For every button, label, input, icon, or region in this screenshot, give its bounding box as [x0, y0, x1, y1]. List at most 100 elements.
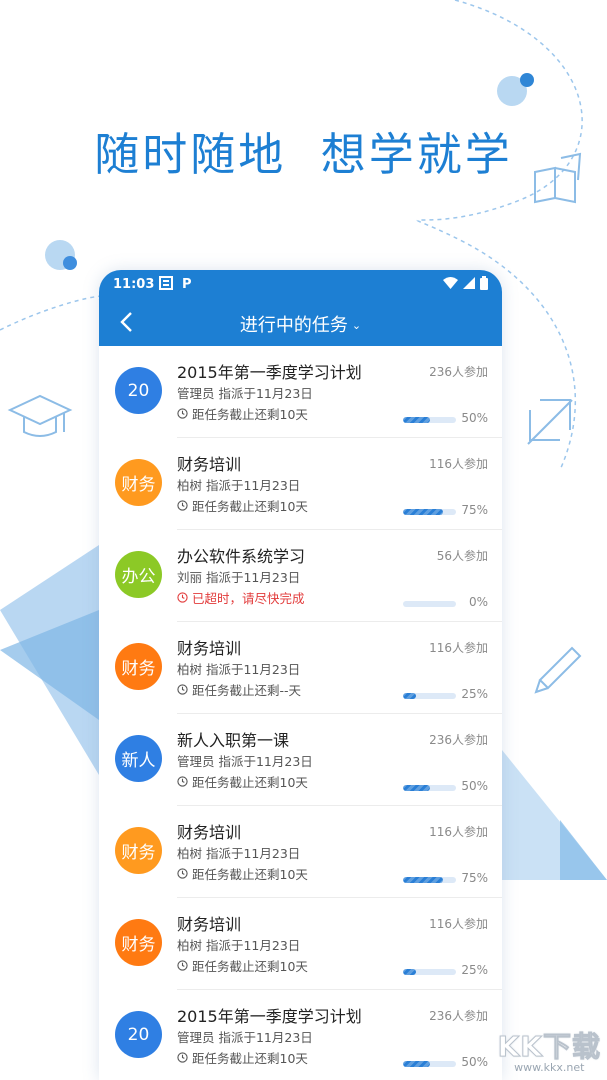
wifi-icon [443, 277, 458, 289]
battery-icon [480, 276, 488, 290]
task-deadline-text: 距任务截止还剩10天 [192, 499, 308, 514]
task-title: 财务培训 [177, 823, 242, 842]
task-progress-percent: 50% [461, 779, 488, 793]
triangle-right-dark [560, 820, 607, 880]
task-row[interactable]: 财务 财务培训 柏树 指派于11月23日 距任务截止还剩10天 116人参加 25% [99, 898, 502, 990]
task-assignment: 柏树 指派于11月23日 [177, 938, 301, 953]
slogan-heading: 随时随地 想学就学 [94, 128, 513, 181]
task-progress-fill [403, 877, 443, 883]
task-title: 办公软件系统学习 [177, 547, 306, 566]
task-avatar: 20 [115, 1011, 162, 1058]
task-row[interactable]: 财务 财务培训柏树 指派于11月23日距任务截止还剩--天 116人参加 25% [99, 622, 502, 714]
watermark-logo: KK下载 [497, 1030, 601, 1064]
task-participants: 116人参加 [429, 917, 488, 931]
task-deadline-text: 距任务截止还剩10天 [192, 959, 308, 974]
task-avatar: 20 [115, 367, 162, 414]
task-avatar: 财务 [115, 643, 162, 690]
task-progress-percent: 0% [468, 595, 488, 609]
task-progress-bar [403, 693, 456, 699]
task-deadline: 已超时，请尽快完成 [177, 588, 305, 607]
bubble-small [520, 73, 534, 87]
task-progress-percent: 50% [461, 1055, 488, 1069]
bubble-left-small [63, 256, 77, 270]
clock-icon [177, 776, 188, 787]
task-deadline-text: 距任务截止还剩10天 [192, 407, 308, 422]
task-participants: 116人参加 [429, 825, 488, 839]
task-title: 财务培训 [177, 915, 242, 934]
clock-icon [177, 408, 188, 419]
clock-icon [177, 500, 188, 511]
task-progress-bar [403, 417, 456, 423]
task-title: 2015年第一季度学习计划 [177, 1007, 362, 1026]
clock-icon [177, 868, 188, 879]
task-avatar: 财务 [115, 459, 162, 506]
task-deadline: 距任务截止还剩10天 [177, 1048, 308, 1067]
task-deadline: 距任务截止还剩10天 [177, 772, 308, 791]
task-progress-bar [403, 785, 456, 791]
svg-text:P: P [182, 277, 192, 290]
task-deadline: 距任务截止还剩10天 [177, 864, 308, 883]
task-progress-fill [403, 785, 430, 791]
task-title: 财务培训 [177, 639, 242, 658]
task-row[interactable]: 20 2015年第一季度学习计划 管理员 指派于11月23日 距任务截止还剩10天 23… [99, 346, 502, 438]
task-progress-bar [403, 509, 456, 515]
task-progress-percent: 25% [461, 963, 488, 977]
page-title[interactable]: 进行中的任务 ⌄ [99, 311, 502, 337]
notification-icons: P [159, 276, 193, 290]
crop-icon [527, 399, 573, 445]
clock-icon [177, 1052, 188, 1063]
task-deadline: 距任务截止还剩10天 [177, 404, 308, 423]
task-deadline-text: 距任务截止还剩10天 [192, 775, 308, 790]
graduation-cap-icon [7, 394, 73, 437]
chevron-down-icon: ⌄ [351, 319, 362, 332]
page-title-text: 进行中的任务 [239, 315, 348, 336]
task-row[interactable]: 财务 财务培训柏树 指派于11月23日距任务截止还剩10天 116人参加 75% [99, 806, 502, 898]
parking-icon: P [182, 277, 192, 290]
task-progress-percent: 25% [461, 687, 488, 701]
task-avatar: 财务 [115, 827, 162, 874]
news-icon [159, 276, 173, 290]
task-assignment: 管理员 指派于11月23日 [177, 386, 313, 401]
task-assignment: 柏树 指派于11月23日 [177, 846, 301, 861]
task-progress-bar [403, 969, 456, 975]
signal-icon [463, 277, 475, 289]
task-title: 新人入职第一课 [177, 731, 290, 750]
task-progress-percent: 75% [461, 503, 488, 517]
status-time: 11:03 [113, 277, 155, 292]
task-progress-fill [403, 509, 443, 515]
task-assignment: 刘丽 指派于11月23日 [177, 570, 301, 585]
task-progress-fill [403, 969, 417, 975]
task-participants: 116人参加 [429, 641, 488, 655]
phone-screen: 11:03 P 进行中的任务 ⌄ 20 2015年第一季度学习计划 管理员 指派于11… [99, 270, 502, 1080]
task-participants: 236人参加 [429, 733, 488, 747]
clock-icon [177, 592, 188, 603]
task-progress-fill [403, 1061, 430, 1067]
task-title: 2015年第一季度学习计划 [177, 363, 362, 382]
task-row[interactable]: 20 2015年第一季度学习计划 管理员 指派于11月23日 距任务截止还剩10天 23… [99, 990, 502, 1080]
task-progress-bar [403, 877, 456, 883]
task-deadline: 距任务截止还剩--天 [177, 680, 301, 699]
system-icons [443, 276, 488, 290]
task-row[interactable]: 财务 财务培训 柏树 指派于11月23日 距任务截止还剩10天 116人参加 75% [99, 438, 502, 530]
task-progress-percent: 75% [461, 871, 488, 885]
pencil-icon [534, 646, 582, 694]
task-deadline: 距任务截止还剩10天 [177, 496, 308, 515]
task-title: 财务培训 [177, 455, 242, 474]
task-deadline-text: 距任务截止还剩10天 [192, 867, 308, 882]
task-avatar: 办公 [115, 551, 162, 598]
task-assignment: 柏树 指派于11月23日 [177, 662, 301, 677]
task-participants: 56人参加 [436, 549, 488, 563]
task-row[interactable]: 新人 新人入职第一课 管理员 指派于11月23日 距任务截止还剩10天 236人参加 50… [99, 714, 502, 806]
nav-bar: 进行中的任务 ⌄ [99, 298, 502, 346]
task-deadline-text: 距任务截止还剩--天 [192, 683, 302, 698]
clock-icon [177, 684, 188, 695]
task-progress-bar [403, 1061, 456, 1067]
task-progress-fill [403, 693, 417, 699]
task-row[interactable]: 办公 办公软件系统学习刘丽 指派于11月23日已超时，请尽快完成 56人参加 0% [99, 530, 502, 622]
task-progress-fill [403, 417, 430, 423]
task-progress-percent: 50% [461, 411, 488, 425]
task-deadline: 距任务截止还剩10天 [177, 956, 308, 975]
task-assignment: 管理员 指派于11月23日 [177, 754, 313, 769]
task-progress-bar [403, 601, 456, 607]
task-deadline-text: 已超时，请尽快完成 [192, 591, 305, 606]
